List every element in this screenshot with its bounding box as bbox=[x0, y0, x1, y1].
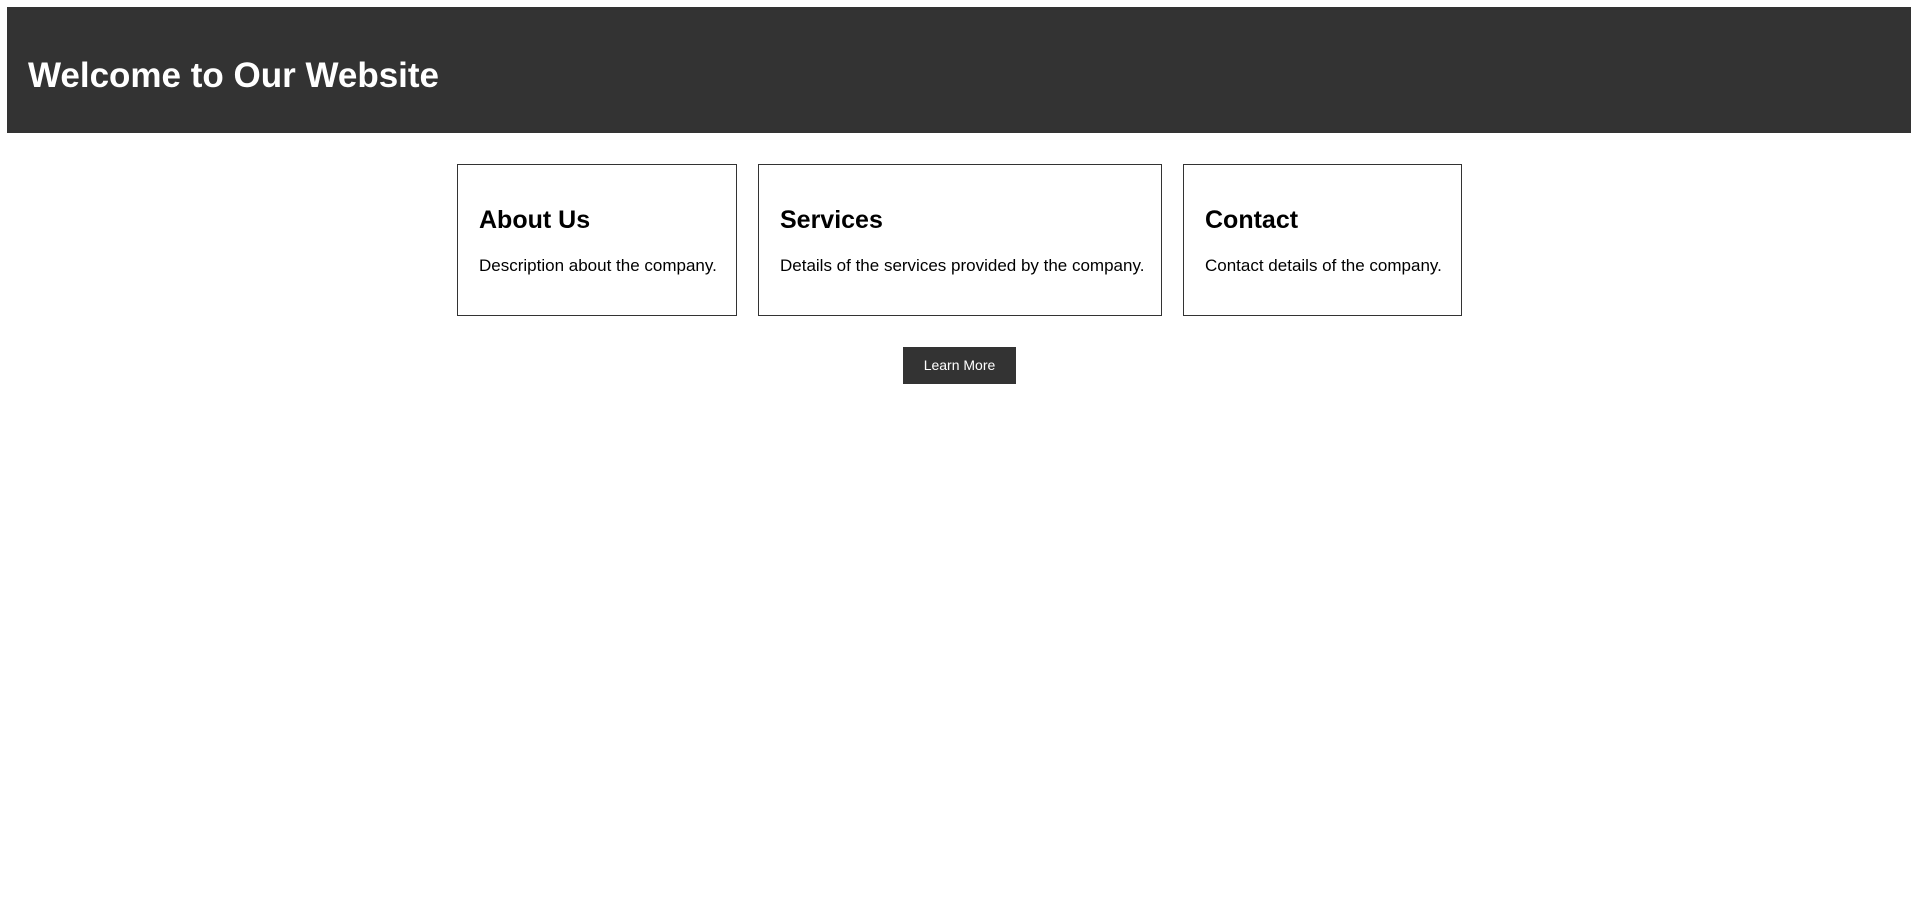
card-heading-about-us: About Us bbox=[479, 206, 591, 234]
card-heading-contact: Contact bbox=[1205, 206, 1299, 234]
card-services: Services Details of the services provide… bbox=[758, 164, 1162, 316]
page: Welcome to Our Website About Us Descript… bbox=[0, 0, 1915, 915]
card-text-services: Details of the services provided by the … bbox=[780, 256, 1145, 275]
card-text-contact: Contact details of the company. bbox=[1205, 256, 1442, 275]
card-about-us: About Us Description about the company. bbox=[457, 164, 737, 316]
card-text-about-us: Description about the company. bbox=[479, 256, 717, 275]
learn-more-button[interactable]: Learn More bbox=[903, 347, 1016, 384]
card-contact: Contact Contact details of the company. bbox=[1183, 164, 1462, 316]
site-header: Welcome to Our Website bbox=[7, 7, 1911, 133]
card-heading-services: Services bbox=[780, 206, 883, 234]
page-title: Welcome to Our Website bbox=[28, 56, 440, 95]
